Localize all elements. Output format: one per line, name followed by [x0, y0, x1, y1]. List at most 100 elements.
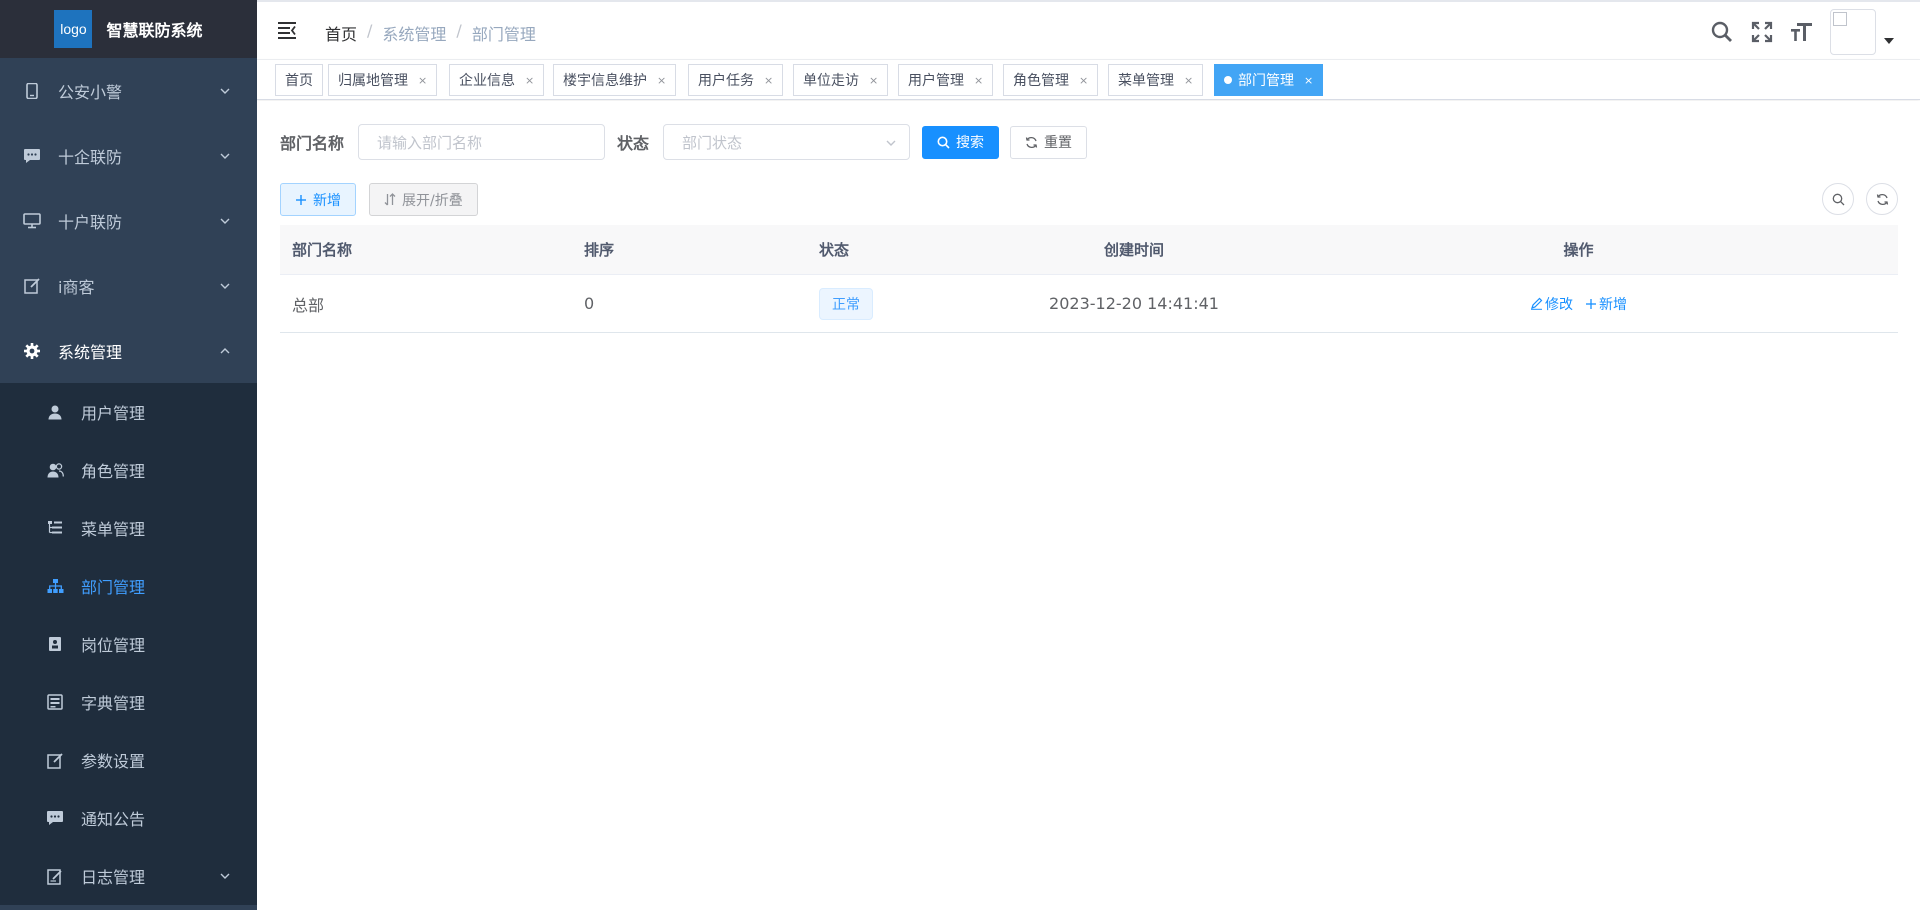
search-form: 部门名称 请输入部门名称 状态 部门状态 搜索 重置: [280, 124, 1088, 160]
add-button-label: 新增: [313, 192, 341, 209]
breadcrumb-home[interactable]: 首页: [325, 21, 357, 45]
tag-label: 归属地管理: [338, 73, 408, 89]
dept-name-placeholder: 请输入部门名称: [377, 133, 483, 152]
app-title: 智慧联防系统: [106, 21, 203, 40]
sidebar-group-household[interactable]: 十户联防: [0, 188, 257, 253]
navbar-right: [1710, 8, 1894, 56]
dict-icon: [46, 693, 64, 711]
sidebar-item-role[interactable]: 角色管理: [0, 441, 257, 499]
cell-order: 0: [584, 294, 595, 313]
hamburger-icon[interactable]: [277, 20, 297, 40]
toggle-search-button[interactable]: [1822, 183, 1854, 215]
tag-building[interactable]: 楼宇信息维护 ×: [553, 64, 677, 96]
sidebar-item-dept[interactable]: 部门管理: [0, 557, 257, 615]
tag-label: 用户任务: [698, 73, 754, 89]
tag-role-manage[interactable]: 角色管理 ×: [1003, 64, 1099, 96]
sidebar-item-log[interactable]: 日志管理: [0, 847, 257, 905]
search-icon[interactable]: [1710, 20, 1734, 44]
post-icon: [46, 635, 64, 653]
close-icon[interactable]: ×: [869, 74, 878, 87]
tag-unit-visit[interactable]: 单位走访 ×: [793, 64, 889, 96]
main-content: 部门名称 请输入部门名称 状态 部门状态 搜索 重置 新增 展开/折叠 部门名称…: [257, 101, 1920, 910]
table-header: 部门名称 排序 状态 创建时间 操作: [280, 225, 1898, 275]
refresh-icon: [1876, 193, 1888, 205]
chevron-down-icon: [220, 218, 230, 224]
search-button[interactable]: 搜索: [922, 125, 1000, 159]
close-icon[interactable]: ×: [1304, 74, 1313, 87]
tag-user-manage[interactable]: 用户管理 ×: [898, 64, 994, 96]
table-row[interactable]: 总部 0 正常 2023-12-20 14:41:41 修改 新增: [280, 275, 1898, 333]
reset-button-label: 重置: [1044, 135, 1073, 151]
close-icon[interactable]: ×: [418, 74, 427, 87]
sidebar-group-label: 十企联防: [58, 147, 123, 167]
close-icon[interactable]: ×: [657, 74, 666, 87]
refresh-button[interactable]: [1866, 183, 1898, 215]
sidebar-item-config[interactable]: 参数设置: [0, 731, 257, 789]
log-icon: [46, 867, 64, 885]
edit-link-label: 修改: [1545, 296, 1573, 313]
close-icon[interactable]: ×: [1184, 74, 1193, 87]
message-icon: [46, 809, 64, 827]
close-icon[interactable]: ×: [1079, 74, 1088, 87]
monitor-icon: [22, 211, 42, 231]
font-size-icon[interactable]: [1790, 20, 1814, 44]
sidebar-item-notice[interactable]: 通知公告: [0, 789, 257, 847]
sidebar-group-merchant[interactable]: i商客: [0, 253, 257, 318]
breadcrumb-separator: /: [367, 21, 373, 40]
sidebar-group-police[interactable]: 公安小警: [0, 58, 257, 123]
tag-label: 菜单管理: [1118, 73, 1174, 89]
breadcrumb-current: 部门管理: [471, 25, 536, 44]
sidebar-group-label: i商客: [58, 277, 95, 297]
sidebar-item-label: 部门管理: [81, 578, 146, 597]
sort-icon: [384, 193, 396, 206]
reset-button[interactable]: 重置: [1010, 125, 1088, 159]
tag-enterprise[interactable]: 企业信息 ×: [449, 64, 545, 96]
breadcrumb-system: 系统管理: [382, 25, 447, 44]
plus-icon: [296, 194, 306, 205]
logo-bar: logo 智慧联防系统: [0, 0, 257, 58]
add-button[interactable]: 新增: [280, 183, 356, 216]
sidebar-group-enterprise[interactable]: 十企联防: [0, 123, 257, 188]
edit-icon: [22, 276, 42, 296]
sidebar-item-user[interactable]: 用户管理: [0, 383, 257, 441]
close-icon[interactable]: ×: [525, 74, 534, 87]
tag-label: 单位走访: [803, 73, 859, 89]
refresh-icon: [1025, 136, 1038, 148]
column-header: 操作: [1563, 241, 1594, 259]
tag-menu-manage[interactable]: 菜单管理 ×: [1108, 64, 1204, 96]
avatar[interactable]: [1830, 9, 1876, 55]
search-icon: [937, 136, 950, 149]
tag-label: 楼宇信息维护: [563, 73, 647, 89]
column-header: 创建时间: [1103, 241, 1164, 259]
tag-label: 首页: [285, 73, 313, 89]
fullscreen-icon[interactable]: [1750, 20, 1774, 44]
edit-icon: [46, 751, 64, 769]
dept-table: 部门名称 排序 状态 创建时间 操作 总部 0 正常 2023-12-20 14…: [280, 225, 1898, 333]
tree-table-icon: [46, 519, 64, 537]
sidebar-item-label: 菜单管理: [81, 520, 146, 539]
sidebar-item-label: 参数设置: [81, 752, 146, 771]
close-icon[interactable]: ×: [974, 74, 983, 87]
cell-status: 正常: [819, 275, 1009, 332]
close-icon[interactable]: ×: [764, 74, 773, 87]
sidebar-item-post[interactable]: 岗位管理: [0, 615, 257, 673]
plus-icon: [1586, 298, 1596, 309]
broken-image-icon: [1833, 12, 1847, 26]
sidebar-item-menu[interactable]: 菜单管理: [0, 499, 257, 557]
tag-attribution[interactable]: 归属地管理 ×: [328, 64, 438, 96]
dept-name-input[interactable]: 请输入部门名称: [358, 124, 606, 160]
add-child-link[interactable]: 新增: [1585, 294, 1627, 314]
sidebar-group-system[interactable]: 系统管理: [0, 318, 257, 383]
sidebar-item-dict[interactable]: 字典管理: [0, 673, 257, 731]
chat-icon: [22, 146, 42, 166]
expand-collapse-button[interactable]: 展开/折叠: [369, 183, 478, 216]
edit-link[interactable]: 修改: [1530, 294, 1573, 314]
caret-down-icon[interactable]: [1884, 38, 1894, 44]
tag-home[interactable]: 首页: [275, 64, 323, 96]
status-select[interactable]: 部门状态: [663, 124, 911, 160]
chevron-down-icon: [220, 153, 230, 159]
search-icon: [1832, 193, 1844, 205]
tag-user-task[interactable]: 用户任务 ×: [688, 64, 784, 96]
sidebar-item-label: 通知公告: [81, 810, 146, 829]
tag-dept-manage[interactable]: 部门管理 ×: [1214, 64, 1324, 96]
